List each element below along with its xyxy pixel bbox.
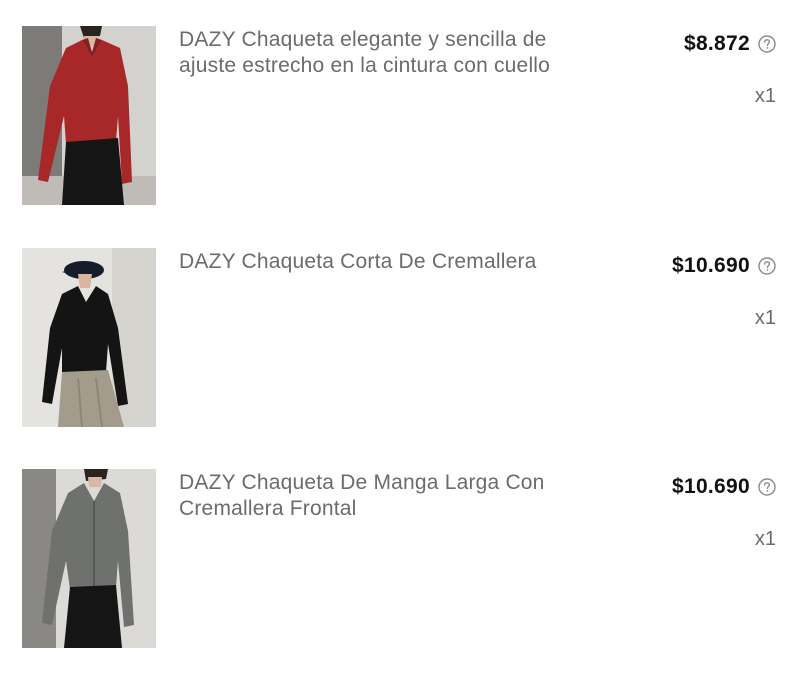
price: $8.872 [683, 32, 750, 55]
product-title-line: DAZY Chaqueta De Manga Larga Con [179, 471, 545, 494]
product-title[interactable]: DAZY Chaqueta De Manga Larga Con Cremall… [179, 470, 599, 522]
cart-item[interactable]: DAZY Chaqueta De Manga Larga Con Cremall… [0, 469, 800, 649]
product-photo-gray-jacket [22, 469, 156, 648]
product-image[interactable] [22, 26, 156, 205]
question-circle-icon[interactable] [758, 257, 776, 275]
cart-item[interactable]: DAZY Chaqueta elegante y sencilla de aju… [0, 26, 800, 206]
price: $10.690 [671, 254, 750, 277]
quantity: x1 [754, 307, 776, 329]
price-group: $10.690 [672, 475, 776, 499]
product-title[interactable]: DAZY Chaqueta elegante y sencilla de aju… [179, 27, 599, 79]
product-title-line: DAZY Chaqueta elegante y sencilla de [179, 28, 547, 51]
product-title-line: DAZY Chaqueta Corta De Cremallera [179, 250, 537, 273]
cart-item-list: DAZY Chaqueta elegante y sencilla de aju… [0, 0, 800, 675]
question-circle-icon[interactable] [758, 478, 776, 496]
product-title[interactable]: DAZY Chaqueta Corta De Cremallera [179, 249, 599, 275]
cart-item[interactable]: DAZY Chaqueta Corta De Cremallera $10.69… [0, 248, 800, 428]
product-image[interactable] [22, 469, 156, 648]
quantity: x1 [754, 528, 776, 550]
question-circle-icon[interactable] [758, 35, 776, 53]
product-title-line: ajuste estrecho en la cintura con cuello [179, 54, 551, 77]
quantity: x1 [754, 85, 776, 107]
price-group: $10.690 [672, 254, 776, 278]
product-image[interactable] [22, 248, 156, 427]
product-photo-red-jacket [22, 26, 156, 205]
price-group: $8.872 [684, 32, 776, 56]
price: $10.690 [671, 475, 750, 498]
product-photo-black-jacket [22, 248, 156, 427]
product-title-line: Cremallera Frontal [179, 497, 357, 520]
